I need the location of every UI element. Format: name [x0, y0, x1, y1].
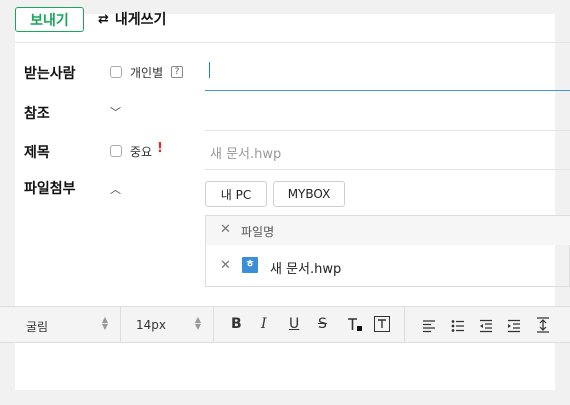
font-size-updown-icon[interactable]: ▲ ▼	[194, 316, 202, 331]
remove-file-close-icon[interactable]: ✕	[220, 258, 231, 273]
toolbar-separator	[213, 306, 214, 343]
attachments-label: 파일첨부	[24, 181, 76, 197]
recipients-input-underline	[205, 90, 570, 91]
cc-divider	[205, 130, 570, 131]
mybox-button[interactable]: MYBOX	[273, 181, 345, 207]
header-divider	[15, 42, 570, 43]
help-icon[interactable]: ?	[171, 66, 183, 78]
toolbar-separator	[404, 306, 405, 343]
subject-input[interactable]: 새 문서.hwp	[210, 143, 281, 162]
strikethrough-button[interactable]: S	[318, 316, 327, 332]
text-background-icon[interactable]	[374, 316, 390, 332]
toolbar-separator	[120, 306, 121, 343]
attachments-collapse-chevron-up-icon[interactable]: ︿	[110, 181, 121, 197]
italic-button[interactable]: I	[261, 316, 267, 332]
swap-arrows-icon: ⇄	[98, 11, 109, 27]
important-checkbox[interactable]	[110, 145, 122, 157]
important-mark-icon: !	[157, 141, 163, 156]
text-color-icon[interactable]	[347, 317, 363, 333]
self-write-button[interactable]: ⇄ 내게쓰기	[98, 8, 166, 30]
subject-label: 제목	[24, 145, 50, 161]
attachment-file-name: 새 문서.hwp	[270, 262, 342, 277]
bullet-list-icon[interactable]	[451, 318, 465, 332]
filename-column-header: 파일명	[241, 225, 275, 239]
cc-label: 참조	[24, 106, 50, 122]
remove-all-close-icon[interactable]: ✕	[220, 222, 231, 237]
line-height-icon[interactable]	[536, 317, 550, 333]
underline-button[interactable]: U	[289, 316, 299, 332]
subject-divider	[205, 169, 570, 170]
align-left-icon[interactable]	[422, 318, 436, 333]
recipients-input[interactable]	[205, 56, 570, 90]
hwp-file-icon: ㅎ	[242, 257, 258, 273]
recipients-label: 받는사람	[24, 66, 76, 82]
my-pc-button[interactable]: 내 PC	[205, 181, 267, 207]
individual-checkbox[interactable]	[110, 66, 122, 78]
font-size-select[interactable]: 14px	[136, 318, 166, 332]
font-family-select[interactable]: 굴림	[26, 318, 48, 335]
cc-expand-chevron-down-icon[interactable]: ﹀	[110, 104, 121, 120]
important-label: 중요	[130, 145, 153, 159]
bold-button[interactable]: B	[231, 316, 242, 332]
individual-label: 개인별	[130, 66, 164, 80]
outdent-icon[interactable]	[479, 318, 493, 333]
self-write-label: 내게쓰기	[114, 12, 167, 28]
indent-icon[interactable]	[507, 318, 521, 333]
font-family-updown-icon[interactable]: ▲ ▼	[101, 316, 109, 331]
send-button[interactable]: 보내기	[15, 7, 84, 32]
editor-body[interactable]	[15, 343, 555, 390]
